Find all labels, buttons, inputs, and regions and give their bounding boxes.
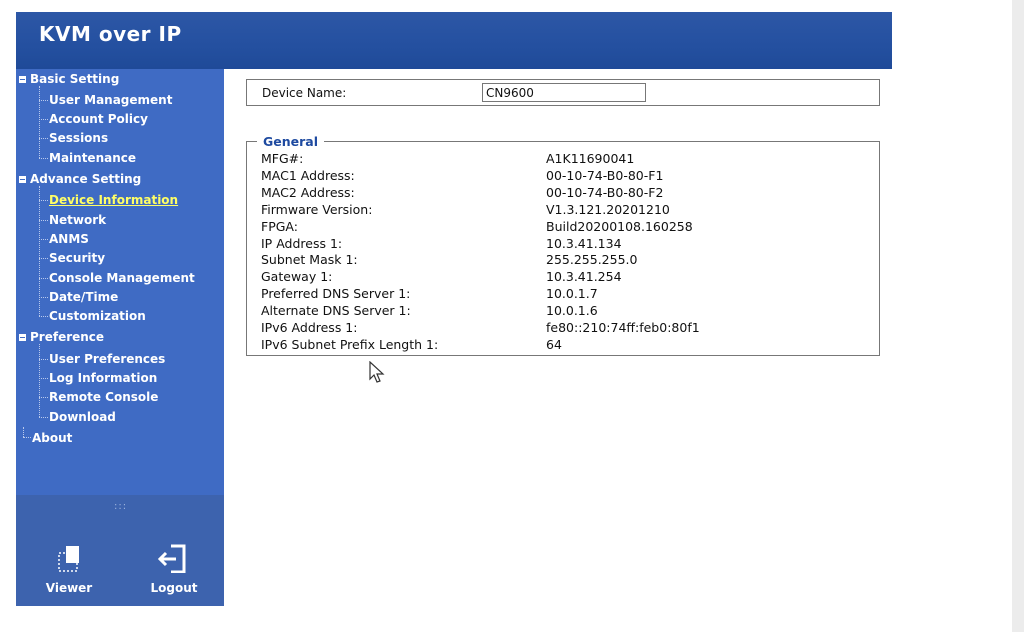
nav-group-label: Basic Setting: [30, 72, 120, 86]
viewer-icon: [58, 546, 79, 572]
info-value: 64: [546, 336, 562, 352]
sidebar-item-date-time[interactable]: Date/Time: [49, 290, 118, 304]
info-value: A1K11690041: [546, 151, 635, 166]
window-scrollbar[interactable]: [1012, 0, 1024, 632]
app-header: KVM over IP: [16, 12, 892, 69]
sidebar-item-log-information[interactable]: Log Information: [49, 371, 157, 385]
tree-connector: [39, 417, 48, 418]
device-name-input[interactable]: [482, 83, 646, 102]
sidebar-footer: ::: Viewer Logout: [16, 495, 224, 606]
sidebar-item-security[interactable]: Security: [49, 251, 105, 265]
sidebar-item-download[interactable]: Download: [49, 410, 116, 424]
nav-group-preference[interactable]: Preference: [19, 330, 104, 344]
info-value: 255.255.255.0: [546, 252, 638, 268]
logout-icon: [157, 544, 186, 573]
info-label: Gateway 1:: [261, 269, 333, 285]
tree-connector: [39, 359, 48, 360]
tree-connector: [39, 200, 48, 201]
info-label: MAC2 Address:: [261, 184, 355, 200]
info-label: FPGA:: [261, 218, 298, 234]
tree-connector: [39, 278, 48, 279]
tree-connector: [39, 239, 48, 240]
tree-connector: [39, 344, 40, 417]
collapse-toggle-icon[interactable]: [19, 175, 26, 183]
tree-connector: [39, 378, 48, 379]
device-name-panel: Device Name:: [246, 79, 880, 106]
tree-connector: [39, 258, 48, 259]
info-value: 10.3.41.134: [546, 235, 622, 251]
info-label: MAC1 Address:: [261, 167, 355, 183]
mouse-pointer-icon: [369, 361, 385, 383]
nav-group-label: Preference: [30, 330, 105, 344]
info-value: 10.0.1.7: [546, 286, 598, 302]
info-label: Firmware Version:: [261, 201, 373, 217]
sidebar-item-about[interactable]: About: [32, 431, 72, 445]
collapse-toggle-icon[interactable]: [19, 75, 26, 83]
tree-connector: [39, 119, 48, 120]
tree-connector: [39, 220, 48, 221]
info-label: Preferred DNS Server 1:: [261, 286, 411, 302]
sidebar-item-account-policy[interactable]: Account Policy: [49, 112, 148, 126]
nav-group-label: Advance Setting: [30, 172, 142, 186]
device-name-label: Device Name:: [262, 86, 347, 100]
sidebar-item-network[interactable]: Network: [49, 213, 106, 227]
info-label: IPv6 Address 1:: [261, 320, 358, 335]
tree-connector: [39, 86, 40, 158]
tree-connector: [39, 100, 48, 101]
info-label: MFG#:: [261, 151, 304, 166]
nav-group-basic-setting[interactable]: Basic Setting: [19, 72, 119, 86]
tree-connector: [39, 158, 48, 159]
nav-group-advance-setting[interactable]: Advance Setting: [19, 172, 141, 186]
tree-connector: [23, 437, 31, 438]
info-value: 00-10-74-B0-80-F2: [546, 184, 664, 200]
sidebar-item-maintenance[interactable]: Maintenance: [49, 151, 136, 165]
info-label: IPv6 Subnet Prefix Length 1:: [261, 336, 439, 352]
info-value: 10.3.41.254: [546, 269, 622, 285]
info-value: Build20200108.160258: [546, 218, 693, 234]
tree-connector: [39, 138, 48, 139]
resize-grip[interactable]: :::: [114, 501, 127, 512]
general-legend: General: [257, 134, 324, 149]
info-value: fe80::210:74ff:feb0:80f1: [546, 320, 700, 335]
logout-label: Logout: [150, 581, 198, 595]
sidebar-item-device-information[interactable]: Device Information: [49, 193, 178, 207]
sidebar-item-customization[interactable]: Customization: [49, 309, 146, 323]
info-value: V1.3.121.20201210: [546, 201, 670, 217]
info-label: Alternate DNS Server 1:: [261, 303, 411, 319]
info-label: IP Address 1:: [261, 235, 343, 251]
sidebar-nav: Basic Setting User Management Account Poli…: [16, 69, 224, 495]
tree-connector: [39, 297, 48, 298]
tree-connector: [39, 397, 48, 398]
tree-connector: [23, 427, 24, 437]
tree-connector: [39, 316, 48, 317]
info-label: Subnet Mask 1:: [261, 252, 358, 268]
sidebar-item-remote-console[interactable]: Remote Console: [49, 390, 158, 404]
sidebar-item-user-preferences[interactable]: User Preferences: [49, 352, 165, 366]
info-value: 00-10-74-B0-80-F1: [546, 167, 664, 183]
app-title: KVM over IP: [39, 22, 182, 46]
info-value: 10.0.1.6: [546, 303, 598, 319]
collapse-toggle-icon[interactable]: [19, 333, 26, 341]
sidebar-item-anms[interactable]: ANMS: [49, 232, 89, 246]
viewer-label: Viewer: [45, 581, 93, 595]
logout-button[interactable]: Logout: [139, 543, 209, 595]
sidebar-item-user-management[interactable]: User Management: [49, 93, 172, 107]
sidebar-item-console-management[interactable]: Console Management: [49, 271, 195, 285]
viewer-button[interactable]: Viewer: [34, 543, 104, 595]
sidebar-item-sessions[interactable]: Sessions: [49, 131, 108, 145]
